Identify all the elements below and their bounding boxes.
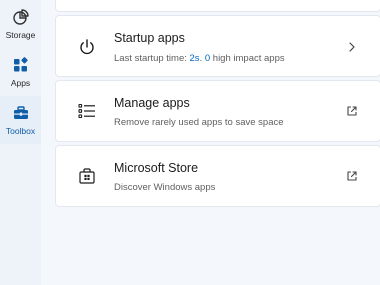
previous-card[interactable] bbox=[55, 0, 380, 12]
sidebar-item-apps[interactable]: Apps bbox=[0, 48, 41, 96]
external-link-icon bbox=[347, 171, 357, 181]
toolbox-icon bbox=[13, 106, 28, 119]
microsoft-store-subtitle: Discover Windows apps bbox=[114, 182, 216, 193]
sidebar-item-toolbox[interactable]: Toolbox bbox=[0, 96, 41, 144]
microsoft-store-card[interactable]: Microsoft Store Discover Windows apps bbox=[55, 145, 380, 207]
sidebar-item-label: Apps bbox=[10, 78, 31, 88]
startup-apps-subtitle: Last startup time: 2s. 0 high impact app… bbox=[114, 53, 285, 65]
startup-time-value: 2s bbox=[189, 53, 200, 64]
startup-subtitle-suffix: high impact apps bbox=[210, 53, 285, 64]
sidebar-item-storage[interactable]: Storage bbox=[0, 0, 41, 48]
manage-apps-title: Manage apps bbox=[114, 96, 190, 110]
chevron-right-icon bbox=[349, 42, 355, 52]
app-window: Storage Apps Toolbox Startup apps Last s… bbox=[0, 0, 380, 285]
startup-apps-title: Startup apps bbox=[114, 31, 185, 45]
microsoft-store-title: Microsoft Store bbox=[114, 161, 199, 175]
main-content: Startup apps Last startup time: 2s. 0 hi… bbox=[41, 0, 380, 285]
sidebar-item-label: Toolbox bbox=[5, 126, 36, 136]
power-icon bbox=[80, 39, 94, 55]
sidebar: Storage Apps Toolbox bbox=[0, 0, 41, 285]
list-icon bbox=[78, 103, 95, 119]
startup-apps-card[interactable]: Startup apps Last startup time: 2s. 0 hi… bbox=[55, 15, 380, 77]
apps-icon bbox=[13, 57, 28, 72]
manage-apps-subtitle: Remove rarely used apps to save space bbox=[114, 117, 284, 128]
store-icon bbox=[79, 168, 95, 184]
startup-subtitle-prefix: Last startup time: bbox=[114, 53, 190, 64]
pie-chart-icon bbox=[12, 9, 29, 25]
external-link-icon bbox=[347, 106, 357, 116]
sidebar-item-label: Storage bbox=[5, 30, 36, 40]
manage-apps-card[interactable]: Manage apps Remove rarely used apps to s… bbox=[55, 80, 380, 142]
